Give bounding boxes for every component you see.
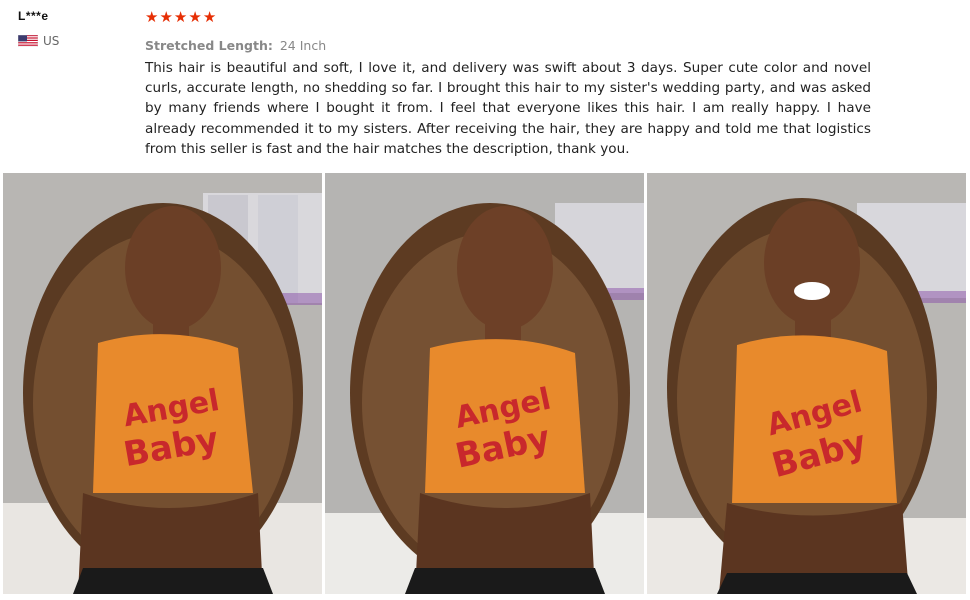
reviewer-name: L***e xyxy=(18,9,49,23)
sku-value: 24 Inch xyxy=(279,38,327,53)
review-photo[interactable]: Angel Baby xyxy=(325,173,644,594)
star-icon: ★ xyxy=(145,8,159,26)
review-photo[interactable]: Angel Baby xyxy=(3,173,322,594)
review-photo-gallery: Angel Baby Angel Baby Angel Baby xyxy=(3,173,967,594)
reviewer-country: US xyxy=(18,34,128,48)
review-photo[interactable]: Angel Baby xyxy=(647,173,966,594)
review-body: ★ ★ ★ ★ ★ Stretched Length: 24 Inch This… xyxy=(145,8,871,159)
sku-label: Stretched Length: xyxy=(145,38,273,53)
star-icon: ★ xyxy=(173,8,188,26)
star-icon: ★ xyxy=(188,8,202,26)
us-flag-icon xyxy=(18,35,38,47)
review-text: This hair is beautiful and soft, I love … xyxy=(145,60,871,157)
reviewer-info: L***e US xyxy=(18,8,128,48)
country-label: US xyxy=(43,34,60,48)
star-rating: ★ ★ ★ ★ ★ xyxy=(145,8,871,26)
star-icon: ★ xyxy=(202,8,217,26)
star-icon: ★ xyxy=(159,8,173,26)
sku-info: Stretched Length: 24 Inch xyxy=(145,38,871,54)
